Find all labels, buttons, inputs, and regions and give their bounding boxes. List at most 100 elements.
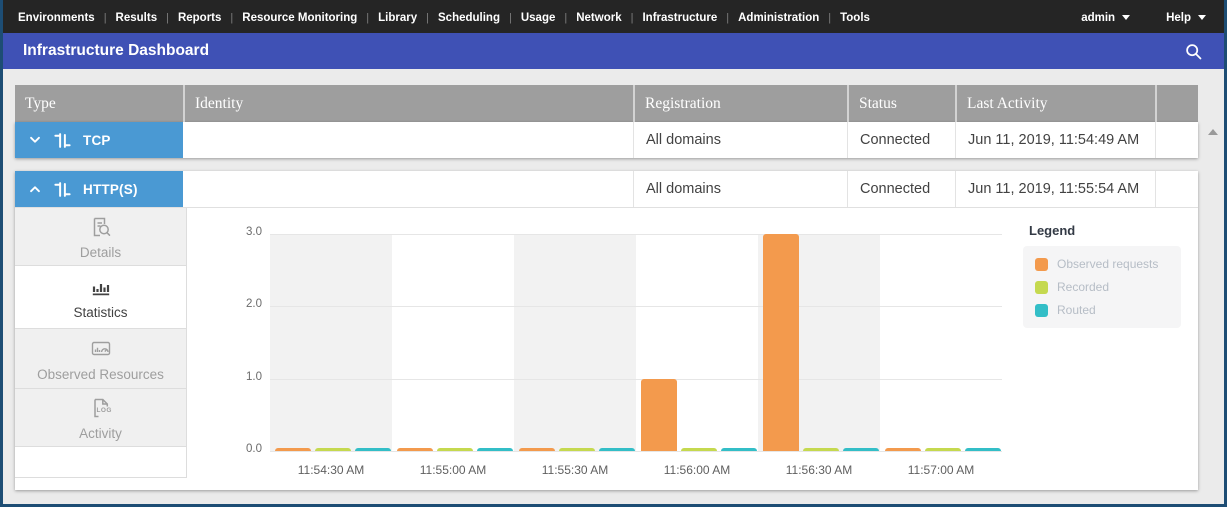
- nav-item-network[interactable]: Network: [576, 12, 621, 24]
- nav-separator: |: [631, 12, 634, 24]
- nav-item-resource-monitoring[interactable]: Resource Monitoring: [242, 12, 357, 24]
- cell-last-activity: Jun 11, 2019, 11:55:54 AM: [955, 171, 1155, 207]
- nav-item-administration[interactable]: Administration: [738, 12, 819, 24]
- chart-bar-routed: [721, 448, 757, 451]
- search-icon[interactable]: [1183, 41, 1204, 62]
- column-header-registration: Registration: [633, 85, 847, 122]
- chart-bar-routed: [355, 448, 391, 451]
- help-menu-label: Help: [1166, 12, 1191, 24]
- nav-item-reports[interactable]: Reports: [178, 12, 221, 24]
- chart-bar-routed: [843, 448, 879, 451]
- row-expander-tcp[interactable]: TCP: [15, 122, 183, 158]
- y-axis-label: 0.0: [204, 443, 262, 455]
- nav-separator: |: [230, 12, 233, 24]
- x-axis-label: 11:56:30 AM: [758, 463, 880, 477]
- row-type-label: HTTP(S): [83, 182, 138, 197]
- cell-status: Connected: [847, 122, 955, 158]
- nav-menu: Environments | Results | Reports | Resource Mo…: [9, 12, 879, 24]
- nav-separator: |: [828, 12, 831, 24]
- help-menu[interactable]: Help: [1166, 12, 1206, 24]
- chart-bar-recorded: [315, 448, 351, 451]
- chart-bar-recorded: [437, 448, 473, 451]
- table-row-tcp: TCP All domains Connected Jun 11, 2019, …: [15, 122, 1198, 158]
- nav-separator: |: [426, 12, 429, 24]
- chart-bar-routed: [477, 448, 513, 451]
- page-header: Infrastructure Dashboard: [3, 33, 1224, 69]
- cell-empty: [1155, 171, 1198, 207]
- chevron-down-icon: [1198, 15, 1206, 20]
- legend-label: Recorded: [1057, 280, 1109, 294]
- legend-title: Legend: [1029, 223, 1075, 238]
- page-title: Infrastructure Dashboard: [23, 42, 209, 60]
- chart-bar-routed: [599, 448, 635, 451]
- app-window: Environments | Results | Reports | Resource Mo…: [0, 0, 1227, 507]
- y-axis-label: 1.0: [204, 371, 262, 383]
- nav-item-scheduling[interactable]: Scheduling: [438, 12, 500, 24]
- top-nav: Environments | Results | Reports | Resource Mo…: [3, 0, 1224, 33]
- cell-status: Connected: [847, 171, 955, 207]
- chart-bar-recorded: [925, 448, 961, 451]
- column-header-identity: Identity: [183, 85, 633, 122]
- nav-separator: |: [104, 12, 107, 24]
- scrollbar[interactable]: [1204, 122, 1221, 490]
- chart-bar-observed-requests: [275, 448, 311, 451]
- plot-band: [392, 234, 514, 451]
- chart-bar-observed-requests: [763, 234, 799, 451]
- column-header-last-activity: Last Activity: [955, 85, 1155, 122]
- statistics-chart: 11:54:30 AM11:55:00 AM11:55:30 AM11:56:0…: [15, 208, 1198, 490]
- row-type-label: TCP: [83, 133, 111, 148]
- cell-empty: [1155, 122, 1198, 158]
- gridline: [270, 306, 1002, 307]
- cell-identity: [183, 122, 633, 158]
- plot-band: [880, 234, 1002, 451]
- nav-separator: |: [564, 12, 567, 24]
- chart-bar-observed-requests: [885, 448, 921, 451]
- nav-item-usage[interactable]: Usage: [521, 12, 556, 24]
- nav-separator: |: [726, 12, 729, 24]
- row-expander-https[interactable]: HTTP(S): [15, 171, 183, 207]
- legend-swatch-observed-requests: [1035, 258, 1048, 271]
- chart-bar-observed-requests: [519, 448, 555, 451]
- legend-label: Routed: [1057, 303, 1096, 317]
- legend-swatch-recorded: [1035, 281, 1048, 294]
- scroll-up-icon[interactable]: [1208, 129, 1218, 135]
- nav-item-environments[interactable]: Environments: [18, 12, 95, 24]
- x-axis-label: 11:54:30 AM: [270, 463, 392, 477]
- x-axis-label: 11:55:30 AM: [514, 463, 636, 477]
- table-header: Type Identity Registration Status Last A…: [15, 85, 1198, 122]
- x-axis-label: 11:55:00 AM: [392, 463, 514, 477]
- gridline: [270, 451, 1002, 452]
- chart-bar-recorded: [681, 448, 717, 451]
- y-axis-label: 3.0: [204, 226, 262, 238]
- cell-registration: All domains: [633, 171, 847, 207]
- gridline: [270, 234, 1002, 235]
- gridline: [270, 379, 1002, 380]
- table-row-https-expanded: HTTP(S) All domains Connected Jun 11, 20…: [15, 171, 1198, 490]
- cell-identity: [183, 171, 633, 207]
- y-axis-label: 2.0: [204, 298, 262, 310]
- legend-entry: Observed requests: [1035, 257, 1169, 271]
- nav-separator: |: [166, 12, 169, 24]
- nav-separator: |: [509, 12, 512, 24]
- chart-bar-observed-requests: [641, 379, 677, 451]
- x-axis-label: 11:56:00 AM: [636, 463, 758, 477]
- legend-swatch-routed: [1035, 304, 1048, 317]
- cell-registration: All domains: [633, 122, 847, 158]
- legend-entry: Routed: [1035, 303, 1169, 317]
- nav-item-results[interactable]: Results: [116, 12, 158, 24]
- nav-item-infrastructure[interactable]: Infrastructure: [642, 12, 717, 24]
- connection-detail-panel: DetailsStatisticsObserved ResourcesLOGAc…: [15, 207, 1198, 490]
- chart-bar-recorded: [559, 448, 595, 451]
- chart-legend: Observed requests Recorded Routed: [1023, 246, 1181, 328]
- chevron-down-icon: [1122, 15, 1130, 20]
- nav-item-tools[interactable]: Tools: [840, 12, 870, 24]
- legend-entry: Recorded: [1035, 280, 1169, 294]
- user-menu-label: admin: [1081, 12, 1115, 24]
- chart-bar-observed-requests: [397, 448, 433, 451]
- user-menu[interactable]: admin: [1081, 12, 1130, 24]
- column-header-empty: [1155, 85, 1198, 122]
- chart-bar-routed: [965, 448, 1001, 451]
- column-header-status: Status: [847, 85, 955, 122]
- nav-separator: |: [366, 12, 369, 24]
- nav-item-library[interactable]: Library: [378, 12, 417, 24]
